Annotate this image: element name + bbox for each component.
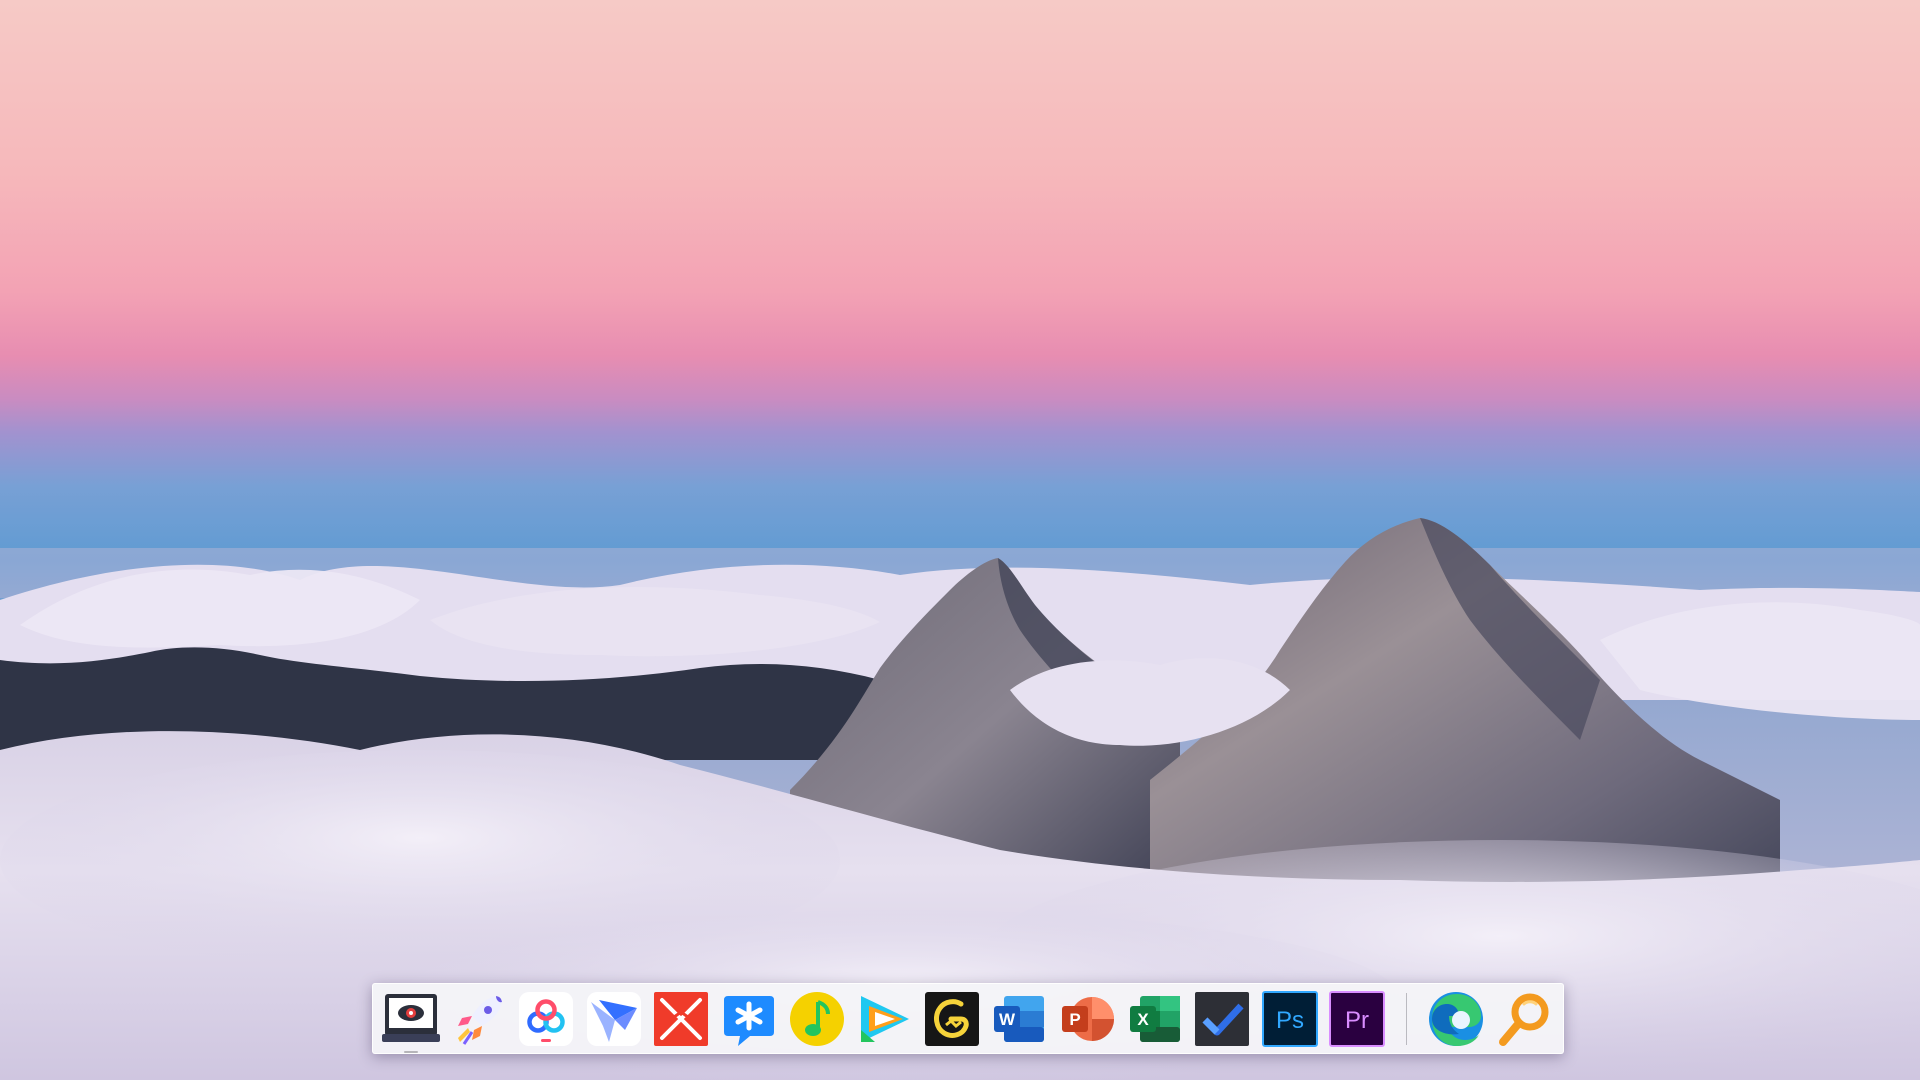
word-icon: W <box>994 995 1045 1042</box>
qq-music-app[interactable] <box>788 990 846 1048</box>
rocket-launcher-app[interactable] <box>450 990 508 1048</box>
dock-separator <box>1405 992 1407 1045</box>
desktop-wallpaper <box>0 0 1920 1080</box>
screen-recorder-app[interactable] <box>382 990 440 1053</box>
microsoft-todo-icon <box>1195 991 1250 1046</box>
taskbar-dock: W P X Ps Pr <box>372 983 1564 1054</box>
xmind-icon <box>654 991 709 1046</box>
baidu-netdisk-app[interactable] <box>517 990 575 1048</box>
wegame-app[interactable] <box>923 990 981 1048</box>
premiere-pro-icon: Pr <box>1329 990 1386 1047</box>
svg-text:Pr: Pr <box>1345 1007 1369 1034</box>
search-icon <box>1498 993 1548 1046</box>
word-app[interactable]: W <box>990 990 1048 1048</box>
screen-recorder-icon <box>382 993 440 1042</box>
excel-icon: X <box>1129 995 1180 1042</box>
edge-browser-app[interactable] <box>1427 990 1485 1048</box>
premiere-pro-app[interactable]: Pr <box>1328 990 1386 1048</box>
feishu-app[interactable] <box>585 990 643 1048</box>
photoshop-app[interactable]: Ps <box>1261 990 1319 1048</box>
search-app[interactable] <box>1495 990 1553 1048</box>
dingtalk-icon <box>723 995 774 1046</box>
powerpoint-icon: P <box>1061 996 1114 1041</box>
xmind-app[interactable] <box>652 990 710 1048</box>
svg-text:Ps: Ps <box>1276 1007 1304 1034</box>
tencent-video-icon <box>861 995 910 1042</box>
desktop[interactable] <box>0 0 1920 1080</box>
qq-music-icon <box>789 991 844 1046</box>
edge-browser-icon <box>1428 991 1483 1046</box>
photoshop-icon: Ps <box>1261 990 1318 1047</box>
excel-app[interactable]: X <box>1126 990 1184 1048</box>
wegame-icon <box>924 991 979 1046</box>
dingtalk-app[interactable] <box>720 990 778 1048</box>
svg-text:X: X <box>1137 1010 1149 1029</box>
feishu-icon <box>586 991 641 1046</box>
svg-text:W: W <box>999 1010 1016 1029</box>
microsoft-todo-app[interactable] <box>1193 990 1251 1048</box>
baidu-netdisk-icon <box>519 991 574 1046</box>
rocket-launcher-icon <box>457 995 502 1045</box>
svg-text:P: P <box>1069 1010 1080 1029</box>
powerpoint-app[interactable]: P <box>1058 990 1116 1048</box>
tencent-video-app[interactable] <box>855 990 913 1048</box>
